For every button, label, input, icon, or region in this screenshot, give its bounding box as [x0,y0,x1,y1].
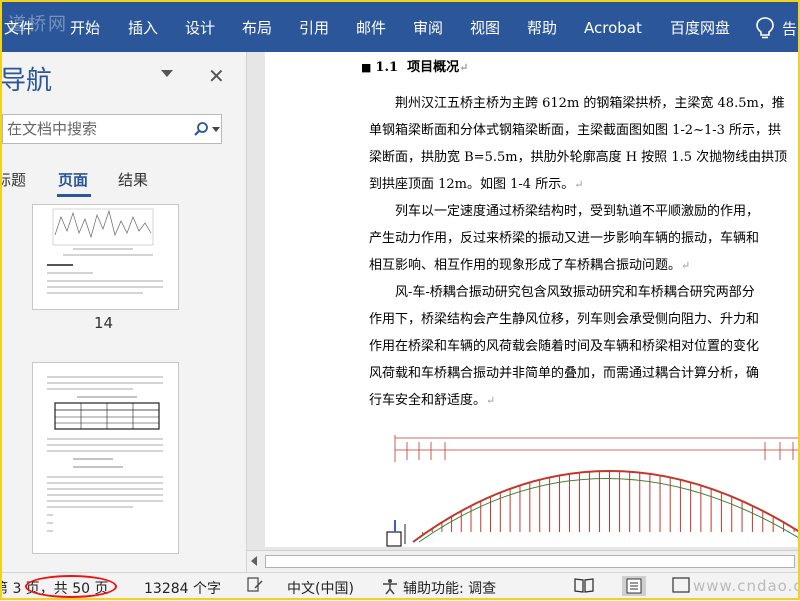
paragraph-line: 作用下，桥梁结构会产生静风位移，列车则会承受侧向阻力、升力和 [369,312,760,327]
search-box[interactable] [2,114,222,144]
word-count-status[interactable]: 13284 个字 [144,578,221,598]
document-page[interactable]: ■ 1.1 项目概况↵ 荆州汉江五桥主桥为主跨 612m 的钢箱梁拱桥，主梁宽 4… [265,52,800,547]
tell-me-text[interactable]: 告 [782,18,797,39]
watermark-url: www.cndao.com [693,577,800,595]
proofing-icon[interactable] [247,577,263,593]
page-thumbnail-15[interactable] [32,362,179,554]
nav-options-chevron-icon[interactable] [161,70,173,77]
highlight-circle [25,575,117,598]
tab-home[interactable]: 开始 [70,18,100,38]
scroll-left-icon[interactable] [251,556,257,566]
heading-number: 1.1 [375,60,399,75]
paragraph-line: 产生动力作用，反过来桥梁的振动又进一步影响车辆的振动，车辆和 [369,231,760,246]
paragraph-line: 列车以一定速度通过桥梁结构时，受到轨道不平顺激励的作用， [395,204,760,219]
paragraph-mark-icon: ↵ [486,394,496,407]
paragraph-line: 作用在桥梁和车辆的风荷载会随着时间及车辆和桥梁相对位置的变化 [369,339,760,354]
search-icon[interactable] [193,121,209,137]
read-mode-icon[interactable] [574,577,594,593]
tab-help[interactable]: 帮助 [527,18,557,38]
paragraph-line: 单钢箱梁断面和分体式钢箱梁断面，主梁截面图如图 1-2~1-3 所示，拱 [369,123,782,138]
lightbulb-icon[interactable] [754,16,776,40]
tab-view[interactable]: 视图 [470,18,500,38]
tab-baidu-netdisk[interactable]: 百度网盘 [670,18,730,38]
tab-file[interactable]: 文件 [4,18,34,38]
arch-bridge-drawing [386,435,800,547]
accessibility-status[interactable]: 辅助功能: 调查 [403,578,496,598]
paragraph-line: 梁断面，拱肋宽 B=5.5m，拱肋外轮廓高度 H 按照 1.5 次抛物线由拱顶 [369,150,788,165]
paragraph-line: 行车安全和舒适度。↵ [369,393,496,408]
paragraph-line: 风-车-桥耦合振动研究包含风致振动研究和车桥耦合研究两部分 [395,285,755,300]
paragraph-line: 风荷载和车桥耦合振动并非简单的叠加，而需通过耦合计算分析，确 [369,366,760,381]
tab-design[interactable]: 设计 [185,18,215,38]
tab-mailings[interactable]: 邮件 [356,18,386,38]
print-layout-icon[interactable] [622,576,646,596]
close-icon[interactable]: ✕ [208,64,225,88]
section-heading: ■ 1.1 项目概况↵ [361,56,468,75]
search-input[interactable] [7,120,185,138]
paragraph-line: 相互影响、相互作用的现象形成了车桥耦合振动问题。↵ [369,258,691,273]
document-area: ■ 1.1 项目概况↵ 荆州汉江五桥主桥为主跨 612m 的钢箱梁拱桥，主梁宽 4… [247,52,800,550]
accessibility-icon[interactable] [381,577,399,595]
language-status[interactable]: 中文(中国) [287,578,354,598]
active-tab-indicator [57,194,91,197]
ribbon-tabs: 道桥网 文件 开始 插入 设计 布局 引用 邮件 审阅 视图 帮助 Acroba… [0,0,800,52]
tab-pages[interactable]: 页面 [58,169,88,190]
paragraph-line: 到拱座顶面 12m。如图 1-4 所示。↵ [369,177,584,192]
heading-text: 项目概况 [407,60,460,75]
thumbnail-table-preview [47,376,163,532]
thumbnail-chart-preview [47,208,163,294]
tab-references[interactable]: 引用 [299,18,329,38]
tab-layout[interactable]: 布局 [242,18,272,38]
status-bar: 第 3 页，共 50 页 13284 个字 中文(中国) 辅助功能: 调查 ww… [0,572,800,601]
heading-bullet-icon: ■ [361,61,372,74]
paragraph-mark-icon: ↵ [574,178,584,191]
tab-results[interactable]: 结果 [118,169,148,190]
tab-acrobat[interactable]: Acrobat [584,18,642,38]
tab-insert[interactable]: 插入 [128,18,158,38]
thumbnail-page-number: 14 [94,314,114,332]
tab-review[interactable]: 审阅 [413,18,443,38]
paragraph-line: 荆州汉江五桥主桥为主跨 612m 的钢箱梁拱桥，主梁宽 48.5m，推 [395,96,785,111]
nav-title: 导航 [0,66,53,96]
horizontal-scrollbar[interactable] [247,550,800,573]
paragraph-mark-icon: ↵ [459,61,469,74]
search-options-chevron-icon[interactable] [212,127,220,132]
web-layout-icon[interactable] [672,577,690,593]
scrollbar-thumb[interactable] [265,555,795,568]
navigation-pane: 导航 ✕ 标题 页面 结果 14 [0,52,247,574]
page-thumbnail-14[interactable] [32,204,179,310]
tab-headings[interactable]: 标题 [0,169,26,190]
paragraph-mark-icon: ↵ [681,259,691,272]
